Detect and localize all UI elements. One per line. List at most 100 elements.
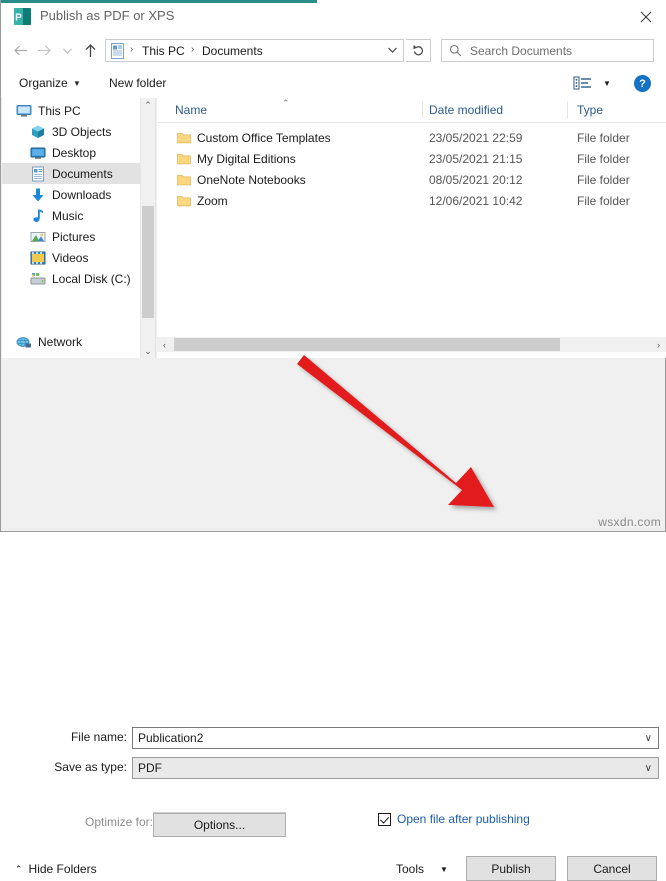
sidebar-item-music[interactable]: Music bbox=[2, 205, 154, 226]
monitor-icon bbox=[16, 103, 32, 119]
sidebar-item-label: Pictures bbox=[52, 230, 95, 244]
folder-icon bbox=[177, 195, 191, 207]
hide-folders-button[interactable]: ⌃ Hide Folders bbox=[15, 862, 97, 876]
chevron-down-icon[interactable]: ▼ bbox=[73, 79, 81, 88]
file-name-input[interactable]: Publication2 ∨ bbox=[132, 727, 659, 749]
title-accent-bar bbox=[1, 0, 317, 3]
table-row[interactable]: OneNote Notebooks 08/05/2021 20:12 File … bbox=[157, 170, 666, 191]
videos-icon bbox=[30, 250, 46, 266]
documents-icon bbox=[30, 166, 46, 182]
breadcrumb-this-pc[interactable]: This PC bbox=[142, 44, 185, 58]
file-name-value: Publication2 bbox=[138, 731, 203, 745]
table-row[interactable]: Zoom 12/06/2021 10:42 File folder bbox=[157, 191, 666, 212]
sidebar-item-label: Music bbox=[52, 209, 83, 223]
sidebar-item-label: 3D Objects bbox=[52, 125, 111, 139]
options-button[interactable]: Options... bbox=[153, 813, 286, 837]
file-date-modified: 23/05/2021 21:15 bbox=[429, 152, 522, 166]
cancel-button[interactable]: Cancel bbox=[567, 856, 657, 881]
optimize-for-label: Optimize for: bbox=[85, 815, 153, 829]
file-type: File folder bbox=[577, 152, 630, 166]
help-icon[interactable]: ? bbox=[634, 75, 651, 92]
close-icon[interactable] bbox=[633, 5, 659, 28]
publish-as-pdf-or-xps-dialog: P Publish as PDF or XPS bbox=[0, 0, 666, 532]
navigation-pane: This PC 3D Objects Desktop bbox=[2, 98, 154, 358]
forward-icon[interactable] bbox=[33, 39, 56, 62]
title-bar: P Publish as PDF or XPS bbox=[1, 0, 666, 34]
pane-splitter[interactable] bbox=[155, 98, 156, 358]
column-divider[interactable] bbox=[422, 101, 423, 118]
new-folder-button[interactable]: New folder bbox=[109, 76, 166, 90]
music-icon bbox=[30, 208, 46, 224]
search-box[interactable]: Search Documents bbox=[441, 39, 654, 62]
chevron-down-icon[interactable]: ∨ bbox=[645, 733, 652, 744]
sidebar-item-label: Network bbox=[38, 335, 82, 349]
scroll-down-icon[interactable]: ⌄ bbox=[141, 344, 155, 358]
recent-locations-icon[interactable] bbox=[56, 39, 79, 62]
hide-folders-label: Hide Folders bbox=[29, 862, 97, 876]
column-header-row: ⌃ Name Date modified Type bbox=[157, 98, 666, 123]
folder-icon bbox=[177, 132, 191, 144]
sidebar-item-label: Local Disk (C:) bbox=[52, 272, 131, 286]
refresh-icon[interactable] bbox=[406, 39, 431, 62]
file-date-modified: 23/05/2021 22:59 bbox=[429, 131, 522, 145]
publish-button[interactable]: Publish bbox=[466, 856, 556, 881]
save-as-type-label: Save as type: bbox=[39, 760, 127, 774]
cube-icon bbox=[30, 124, 46, 140]
sidebar-item-documents[interactable]: Documents bbox=[2, 163, 154, 184]
address-dropdown-icon[interactable] bbox=[387, 45, 398, 57]
back-icon[interactable] bbox=[9, 39, 32, 62]
list-view-icon[interactable] bbox=[573, 75, 593, 92]
download-icon bbox=[30, 187, 46, 203]
sidebar-item-label: Desktop bbox=[52, 146, 96, 160]
column-header-date-modified[interactable]: Date modified bbox=[429, 103, 503, 117]
open-file-after-publishing-checkbox[interactable]: Open file after publishing bbox=[378, 812, 530, 826]
watermark: wsxdn.com bbox=[598, 515, 661, 529]
up-one-level-icon[interactable] bbox=[79, 39, 102, 62]
column-divider[interactable] bbox=[567, 101, 568, 118]
sidebar-item-downloads[interactable]: Downloads bbox=[2, 184, 154, 205]
scroll-left-icon[interactable]: ‹ bbox=[157, 337, 172, 352]
scroll-up-icon[interactable]: ⌃ bbox=[141, 98, 155, 112]
chevron-up-icon: ⌃ bbox=[15, 864, 23, 875]
file-type: File folder bbox=[577, 173, 630, 187]
sidebar-item-pictures[interactable]: Pictures bbox=[2, 226, 154, 247]
address-bar[interactable]: › This PC › Documents bbox=[105, 39, 404, 62]
file-list-pane: ⌃ Name Date modified Type Custom Office … bbox=[157, 98, 666, 358]
scrollbar-thumb[interactable] bbox=[142, 206, 154, 318]
sidebar-item-label: Downloads bbox=[52, 188, 111, 202]
search-placeholder: Search Documents bbox=[470, 44, 572, 58]
sidebar-item-3d-objects[interactable]: 3D Objects bbox=[2, 121, 154, 142]
svg-text:P: P bbox=[15, 13, 22, 24]
breadcrumb-separator: › bbox=[191, 44, 194, 55]
navigation-pane-scrollbar[interactable]: ⌃ ⌄ bbox=[140, 98, 155, 358]
file-type: File folder bbox=[577, 131, 630, 145]
column-header-name[interactable]: Name bbox=[175, 103, 207, 117]
publisher-icon: P bbox=[14, 8, 31, 25]
scrollbar-thumb[interactable] bbox=[174, 338, 560, 351]
column-header-type[interactable]: Type bbox=[577, 103, 603, 117]
save-as-type-select[interactable]: PDF ∨ bbox=[132, 757, 659, 779]
file-list-horizontal-scrollbar[interactable]: ‹ › bbox=[157, 337, 666, 352]
tools-button[interactable]: Tools ▼ bbox=[396, 862, 448, 876]
search-icon bbox=[449, 44, 462, 60]
window-title: Publish as PDF or XPS bbox=[40, 8, 174, 23]
sidebar-item-local-disk-c[interactable]: Local Disk (C:) bbox=[2, 268, 154, 289]
sidebar-item-label: Videos bbox=[52, 251, 88, 265]
table-row[interactable]: My Digital Editions 23/05/2021 21:15 Fil… bbox=[157, 149, 666, 170]
sidebar-item-label: Documents bbox=[52, 167, 113, 181]
sidebar-item-network[interactable]: Network bbox=[2, 331, 154, 352]
scroll-right-icon[interactable]: › bbox=[651, 337, 666, 352]
sidebar-item-desktop[interactable]: Desktop bbox=[2, 142, 154, 163]
chevron-down-icon[interactable]: ▼ bbox=[603, 79, 611, 88]
file-name: OneNote Notebooks bbox=[197, 173, 306, 187]
file-name: Zoom bbox=[197, 194, 228, 208]
disk-icon bbox=[30, 271, 46, 287]
sidebar-item-videos[interactable]: Videos bbox=[2, 247, 154, 268]
table-row[interactable]: Custom Office Templates 23/05/2021 22:59… bbox=[157, 128, 666, 149]
checkbox-checked-icon[interactable] bbox=[378, 813, 391, 826]
breadcrumb-documents[interactable]: Documents bbox=[202, 44, 263, 58]
organize-button[interactable]: Organize bbox=[19, 76, 68, 90]
chevron-down-icon[interactable]: ∨ bbox=[645, 763, 652, 774]
sidebar-item-this-pc[interactable]: This PC bbox=[2, 100, 154, 121]
file-date-modified: 12/06/2021 10:42 bbox=[429, 194, 522, 208]
